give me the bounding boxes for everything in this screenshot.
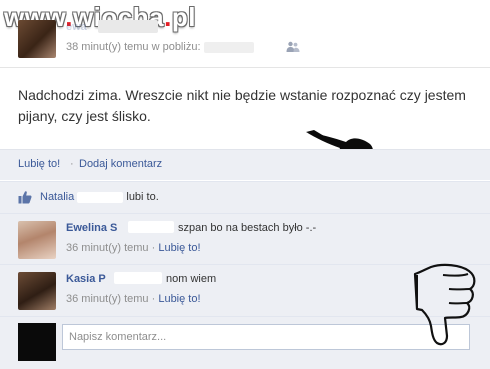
- header-divider: [0, 67, 490, 68]
- thumbs-up-icon: [18, 190, 32, 209]
- comment-timestamp: 36 minut(y) temu: [66, 293, 149, 305]
- action-separator: ·: [70, 158, 74, 170]
- meta-separator: ·: [151, 242, 156, 254]
- people-icon[interactable]: [286, 40, 300, 58]
- location-blur: [203, 41, 254, 53]
- comment-author[interactable]: Ewelina S: [66, 222, 117, 234]
- comment-like-link[interactable]: Lubię to!: [158, 242, 200, 254]
- post-author-avatar[interactable]: [18, 20, 56, 58]
- author-name-blur: [98, 20, 158, 33]
- comment-author[interactable]: Kasia P: [66, 273, 106, 285]
- add-comment-link[interactable]: Dodaj komentarz: [79, 158, 162, 170]
- author-surname-blur: [114, 272, 162, 284]
- current-user-avatar: [18, 323, 56, 361]
- liker-surname-blur: [77, 191, 124, 203]
- meta-separator: ·: [151, 293, 156, 305]
- like-link[interactable]: Lubię to!: [18, 158, 60, 170]
- commenter-avatar[interactable]: [18, 221, 56, 259]
- post-author-name[interactable]: ewa: [66, 21, 87, 33]
- comment-item: Ewelina S szpan bo na bestach było -.- 3…: [0, 213, 490, 264]
- post-timestamp: 38 minut(y) temu w pobliżu:: [66, 41, 254, 53]
- author-surname-blur: [128, 221, 174, 233]
- comment-text: nom wiem: [166, 273, 217, 285]
- post-actions-bar: Lubię to! · Dodaj komentarz: [0, 149, 490, 180]
- likes-text: Natalia lubi to.: [40, 191, 159, 203]
- comment-text: szpan bo na bestach było -.-: [178, 222, 317, 234]
- comment-meta: 36 minut(y) temu · Lubię to!: [66, 242, 201, 254]
- likes-row: Natalia lubi to.: [0, 181, 490, 213]
- thumbs-down-icon: [409, 262, 481, 353]
- liker-name[interactable]: Natalia: [40, 191, 74, 203]
- comment-like-link[interactable]: Lubię to!: [158, 293, 200, 305]
- comment-timestamp: 36 minut(y) temu: [66, 242, 149, 254]
- commenter-avatar[interactable]: [18, 272, 56, 310]
- comment-meta: 36 minut(y) temu · Lubię to!: [66, 293, 201, 305]
- post-text: Nadchodzi zima. Wreszcie nikt nie będzie…: [18, 87, 466, 124]
